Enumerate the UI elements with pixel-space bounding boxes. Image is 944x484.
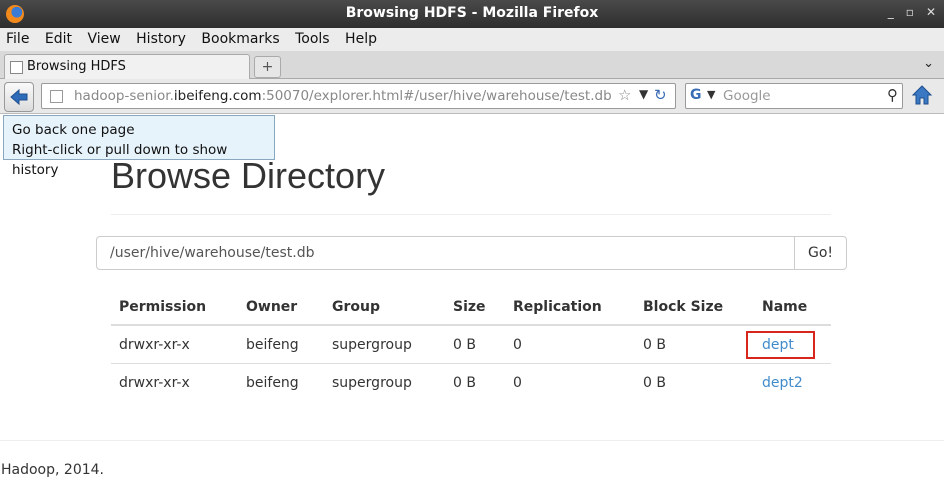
page-favicon-icon bbox=[10, 61, 23, 74]
binoculars-search-icon[interactable]: ⚲ bbox=[887, 86, 898, 104]
cell-group: supergroup bbox=[324, 363, 445, 401]
maximize-button[interactable]: ▫ bbox=[906, 5, 914, 19]
close-button[interactable]: ✕ bbox=[926, 5, 936, 19]
cell-permission: drwxr-xr-x bbox=[111, 324, 238, 364]
search-bar[interactable]: G ▼ Google ⚲ bbox=[685, 83, 903, 109]
bookmark-star-icon[interactable]: ☆ bbox=[618, 86, 631, 104]
home-icon[interactable] bbox=[911, 84, 933, 106]
column-header-name[interactable]: Name bbox=[754, 290, 831, 326]
back-button-tooltip: Go back one page Right-click or pull dow… bbox=[3, 115, 275, 178]
cell-name: dept bbox=[754, 324, 831, 364]
cell-name: dept2 bbox=[754, 363, 831, 401]
column-header-permission[interactable]: Permission bbox=[111, 290, 238, 326]
new-tab-button[interactable]: + bbox=[254, 56, 281, 78]
tooltip-line-1: Go back one page bbox=[12, 122, 135, 138]
google-engine-icon[interactable]: G bbox=[690, 88, 704, 102]
column-header-group[interactable]: Group bbox=[324, 290, 445, 326]
menu-history[interactable]: History bbox=[130, 28, 191, 47]
window-title: Browsing HDFS - Mozilla Firefox bbox=[345, 5, 599, 21]
directory-link-dept[interactable]: dept bbox=[762, 337, 794, 353]
url-text[interactable]: hadoop-senior.ibeifeng.com:50070/explore… bbox=[74, 88, 612, 104]
tab-browsing-hdfs[interactable]: Browsing HDFS bbox=[4, 54, 250, 79]
menu-file[interactable]: File bbox=[0, 28, 34, 47]
column-header-owner[interactable]: Owner bbox=[238, 290, 324, 326]
menu-view[interactable]: View bbox=[81, 28, 125, 47]
directory-listing-table: Permission Owner Group Size Replication … bbox=[111, 290, 831, 401]
go-button[interactable]: Go! bbox=[794, 236, 847, 270]
cell-replication: 0 bbox=[505, 324, 635, 364]
menu-tools[interactable]: Tools bbox=[289, 28, 335, 47]
directory-path-form: /user/hive/warehouse/test.db Go! bbox=[96, 236, 847, 270]
tab-bar: Browsing HDFS + ⌄ bbox=[0, 51, 944, 79]
menu-bar: File Edit View History Bookmarks Tools H… bbox=[0, 28, 944, 51]
list-all-tabs-button[interactable]: ⌄ bbox=[923, 56, 934, 71]
menu-help[interactable]: Help bbox=[339, 28, 382, 47]
directory-link-dept2[interactable]: dept2 bbox=[762, 375, 803, 391]
title-divider bbox=[111, 214, 831, 215]
cell-block-size: 0 B bbox=[635, 324, 754, 364]
minimize-button[interactable]: _ bbox=[888, 5, 894, 19]
directory-path-input[interactable]: /user/hive/warehouse/test.db bbox=[96, 236, 796, 270]
column-header-block-size[interactable]: Block Size bbox=[635, 290, 754, 326]
cell-group: supergroup bbox=[324, 324, 445, 364]
url-bar[interactable]: hadoop-senior.ibeifeng.com:50070/explore… bbox=[41, 83, 676, 109]
site-identity-icon[interactable] bbox=[50, 90, 63, 103]
footer-divider bbox=[0, 440, 944, 441]
reload-icon[interactable]: ↻ bbox=[654, 86, 667, 104]
table-header-row: Permission Owner Group Size Replication … bbox=[111, 290, 831, 326]
column-header-size[interactable]: Size bbox=[445, 290, 505, 326]
cell-block-size: 0 B bbox=[635, 363, 754, 401]
column-header-replication[interactable]: Replication bbox=[505, 290, 635, 326]
tooltip-line-2: Right-click or pull down to show history bbox=[12, 142, 228, 178]
cell-size: 0 B bbox=[445, 324, 505, 364]
cell-owner: beifeng bbox=[238, 324, 324, 364]
navigation-toolbar: hadoop-senior.ibeifeng.com:50070/explore… bbox=[0, 79, 944, 114]
cell-owner: beifeng bbox=[238, 363, 324, 401]
window-controls: _ ▫ ✕ bbox=[888, 5, 936, 19]
url-history-dropdown-icon[interactable]: ▼ bbox=[639, 87, 648, 101]
menu-edit[interactable]: Edit bbox=[39, 28, 77, 47]
menu-bookmarks[interactable]: Bookmarks bbox=[195, 28, 284, 47]
back-button[interactable] bbox=[4, 82, 34, 112]
table-row: drwxr-xr-x beifeng supergroup 0 B 0 0 B … bbox=[111, 324, 831, 364]
cell-replication: 0 bbox=[505, 363, 635, 401]
table-row: drwxr-xr-x beifeng supergroup 0 B 0 0 B … bbox=[111, 363, 831, 401]
cell-permission: drwxr-xr-x bbox=[111, 363, 238, 401]
cell-size: 0 B bbox=[445, 363, 505, 401]
footer-text: Hadoop, 2014. bbox=[1, 462, 104, 478]
search-engine-dropdown-icon[interactable]: ▼ bbox=[707, 88, 715, 101]
back-arrow-icon bbox=[10, 88, 28, 106]
search-input[interactable]: Google bbox=[723, 88, 771, 104]
tab-title: Browsing HDFS bbox=[27, 59, 126, 74]
window-titlebar: Browsing HDFS - Mozilla Firefox _ ▫ ✕ bbox=[0, 0, 944, 28]
